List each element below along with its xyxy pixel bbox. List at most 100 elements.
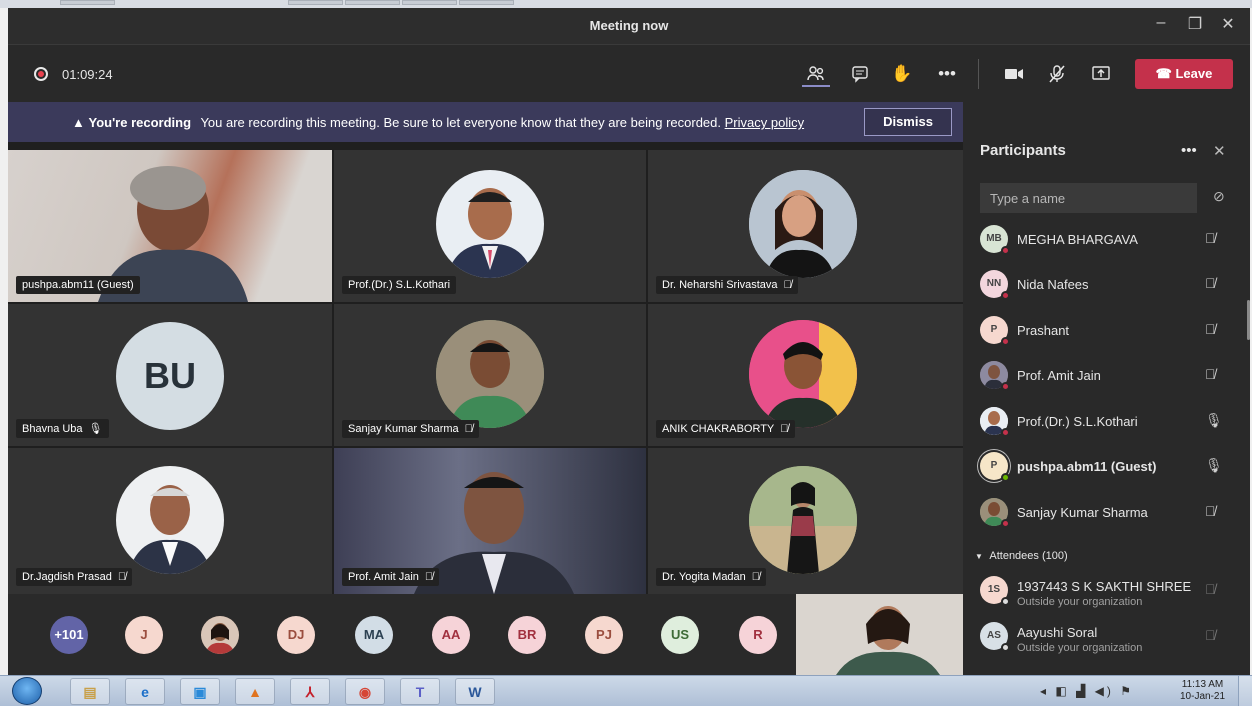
participants-panel: Participants ••• ✕ ⊘ MB MEGHA BHARGAVA 🎙…: [963, 102, 1250, 675]
overflow-participants-button[interactable]: +101: [50, 616, 88, 654]
participant-photo-chip[interactable]: [201, 616, 239, 654]
participant-row[interactable]: NN Nida Nafees 🎙̸: [980, 270, 1240, 300]
mic-on-icon: 🎙: [1205, 457, 1223, 473]
matlab-icon[interactable]: ▲: [235, 678, 275, 705]
show-desktop-button[interactable]: [1238, 676, 1252, 706]
dismiss-button[interactable]: Dismiss: [864, 108, 952, 136]
tile-name: Prof.(Dr.) S.L.Kothari: [342, 276, 457, 294]
participant-chip[interactable]: PJ: [585, 616, 623, 654]
volume-icon[interactable]: ◀): [1095, 684, 1114, 698]
participant-chip[interactable]: MA: [355, 616, 393, 654]
mic-off-icon: 🎙̸: [424, 571, 434, 583]
restore-icon[interactable]: ❐: [1180, 14, 1210, 34]
word-icon[interactable]: W: [455, 678, 495, 705]
top-tab: [288, 0, 343, 5]
close-icon[interactable]: ✕: [1213, 142, 1226, 160]
share-screen-icon[interactable]: [1087, 61, 1115, 87]
more-icon[interactable]: •••: [1181, 142, 1197, 159]
close-icon[interactable]: ✕: [1213, 14, 1243, 34]
participant-chip[interactable]: DJ: [277, 616, 315, 654]
attendee-row[interactable]: AS Aayushi Soral Outside your organizati…: [980, 622, 1240, 654]
panel-title: Participants: [980, 142, 1066, 159]
participant-avatar: [749, 466, 857, 574]
participant-name: MEGHA BHARGAVA: [1017, 232, 1138, 247]
video-tile[interactable]: ANIK CHAKRABORTY 🎙̸: [648, 304, 963, 446]
status-badge: [1001, 246, 1010, 255]
os-top-strip: [0, 0, 1252, 8]
taskbar-clock[interactable]: 11:13 AM 10-Jan-21: [1180, 679, 1225, 703]
teams-meeting-window: Meeting now – ❐ ✕ 01:09:24 ✋ ••• ☎ Leave: [8, 8, 1250, 675]
start-button[interactable]: [12, 677, 42, 705]
participant-chip[interactable]: BR: [508, 616, 546, 654]
status-badge: [1001, 291, 1010, 300]
participant-row[interactable]: MB MEGHA BHARGAVA 🎙̸: [980, 225, 1240, 255]
video-tile[interactable]: pushpa.abm11 (Guest): [8, 150, 332, 302]
media-player-icon[interactable]: ▣: [180, 678, 220, 705]
participant-avatar: [749, 320, 857, 428]
video-tile[interactable]: Sanjay Kumar Sharma 🎙̸: [334, 304, 646, 446]
banner-warning: You're recording: [88, 115, 192, 130]
attendee-row[interactable]: 1S 1937443 S K SAKTHI SHREE Outside your…: [980, 576, 1240, 608]
participant-photo-avatar: [980, 407, 1010, 437]
share-invite-icon[interactable]: ⊘: [1213, 188, 1225, 205]
initials-avatar: BU: [116, 322, 224, 430]
teams-icon[interactable]: T: [400, 678, 440, 705]
banner-message: You are recording this meeting. Be sure …: [200, 115, 721, 130]
attendee-avatar: 1S: [980, 576, 1010, 606]
acrobat-icon[interactable]: ⅄: [290, 678, 330, 705]
raise-hand-icon[interactable]: ✋: [888, 61, 916, 87]
participant-chip[interactable]: US: [661, 616, 699, 654]
leave-button[interactable]: ☎ Leave: [1135, 59, 1233, 89]
chevron-down-icon: ▼: [975, 552, 983, 561]
more-icon[interactable]: •••: [933, 61, 961, 87]
minimize-icon[interactable]: –: [1146, 14, 1176, 32]
participant-chip[interactable]: R: [739, 616, 777, 654]
warning-icon: ▲: [72, 115, 85, 130]
participant-search-input[interactable]: [980, 183, 1197, 213]
tile-name: Dr. Neharshi Srivastava 🎙̸: [656, 276, 798, 294]
participant-avatar: MB: [980, 225, 1010, 255]
participant-row[interactable]: Sanjay Kumar Sharma 🎙̸: [980, 498, 1240, 528]
video-tile[interactable]: Prof.(Dr.) S.L.Kothari: [334, 150, 646, 302]
video-stage: ▲ You're recording You are recording thi…: [8, 102, 963, 675]
attendees-label: Attendees (100): [989, 550, 1068, 562]
system-tray[interactable]: ◂ ◧ ▟ ◀) ⚑: [1040, 684, 1134, 698]
video-tile[interactable]: Prof. Amit Jain 🎙̸: [334, 448, 646, 594]
participant-row[interactable]: Prof.(Dr.) S.L.Kothari 🎙: [980, 407, 1240, 437]
camera-icon[interactable]: [1000, 61, 1028, 87]
video-tile[interactable]: Dr.Jagdish Prasad 🎙̸: [8, 448, 332, 594]
chevron-left-icon[interactable]: ◂: [1040, 684, 1049, 698]
participant-chip[interactable]: J: [125, 616, 163, 654]
participant-avatar: [116, 466, 224, 574]
network-icon[interactable]: ▟: [1076, 684, 1088, 698]
participant-row[interactable]: Prof. Amit Jain 🎙̸: [980, 361, 1240, 391]
participant-name: Sanjay Kumar Sharma: [1017, 505, 1148, 520]
title-bar: Meeting now – ❐ ✕: [8, 8, 1250, 44]
video-tile[interactable]: Dr. Neharshi Srivastava 🎙̸: [648, 150, 963, 302]
participants-icon[interactable]: [802, 61, 830, 87]
file-explorer-icon[interactable]: ▤: [70, 678, 110, 705]
participant-row[interactable]: P Prashant 🎙̸: [980, 316, 1240, 346]
video-tile[interactable]: BU Bhavna Uba 🎙: [8, 304, 332, 446]
chrome-icon[interactable]: ◉: [345, 678, 385, 705]
participant-chip[interactable]: AA: [432, 616, 470, 654]
video-tile[interactable]: Dr. Yogita Madan 🎙̸: [648, 448, 963, 594]
mic-off-icon[interactable]: [1043, 61, 1071, 87]
chat-icon[interactable]: [846, 61, 874, 87]
panel-scrollbar[interactable]: [1247, 300, 1250, 340]
participant-row[interactable]: P pushpa.abm11 (Guest) 🎙: [980, 452, 1240, 482]
top-tab: [60, 0, 115, 5]
mic-disabled-icon: 🎙̸: [1205, 627, 1216, 643]
clock-time: 11:13 AM: [1181, 679, 1224, 690]
status-badge: [1001, 473, 1010, 482]
attendees-section-header[interactable]: ▼ Attendees (100): [975, 550, 1068, 562]
attendee-name: Aayushi Soral: [1017, 625, 1098, 640]
tray-app-icon[interactable]: ◧: [1055, 684, 1069, 698]
participant-name: pushpa.abm11 (Guest): [1017, 459, 1157, 474]
top-tab: [345, 0, 400, 5]
internet-explorer-icon[interactable]: e: [125, 678, 165, 705]
status-badge: [1001, 597, 1010, 606]
flag-icon[interactable]: ⚑: [1120, 684, 1134, 698]
privacy-policy-link[interactable]: Privacy policy: [725, 115, 804, 130]
participant-avatar: [749, 170, 857, 278]
